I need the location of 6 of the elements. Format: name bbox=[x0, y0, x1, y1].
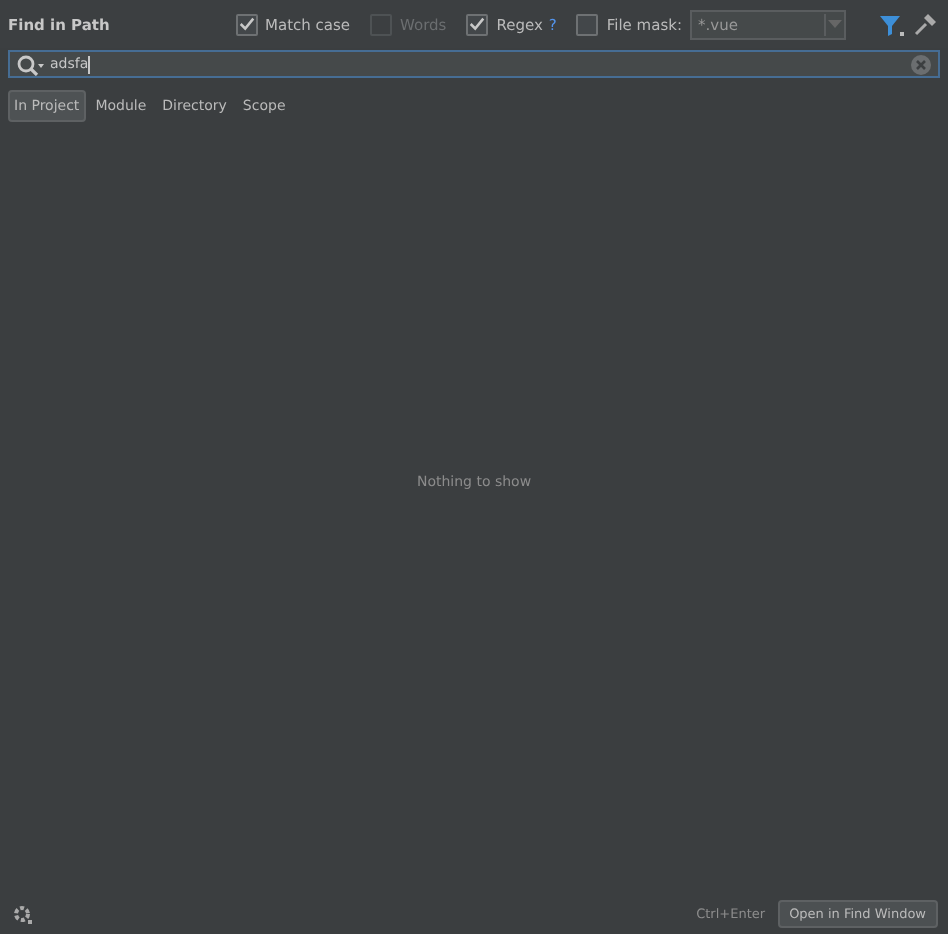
search-icon[interactable] bbox=[16, 53, 44, 75]
checkbox[interactable] bbox=[235, 13, 258, 35]
checkbox[interactable] bbox=[576, 13, 599, 35]
settings-icon[interactable] bbox=[12, 903, 32, 923]
checkbox[interactable] bbox=[466, 13, 489, 35]
filter-icon[interactable] bbox=[878, 11, 904, 37]
